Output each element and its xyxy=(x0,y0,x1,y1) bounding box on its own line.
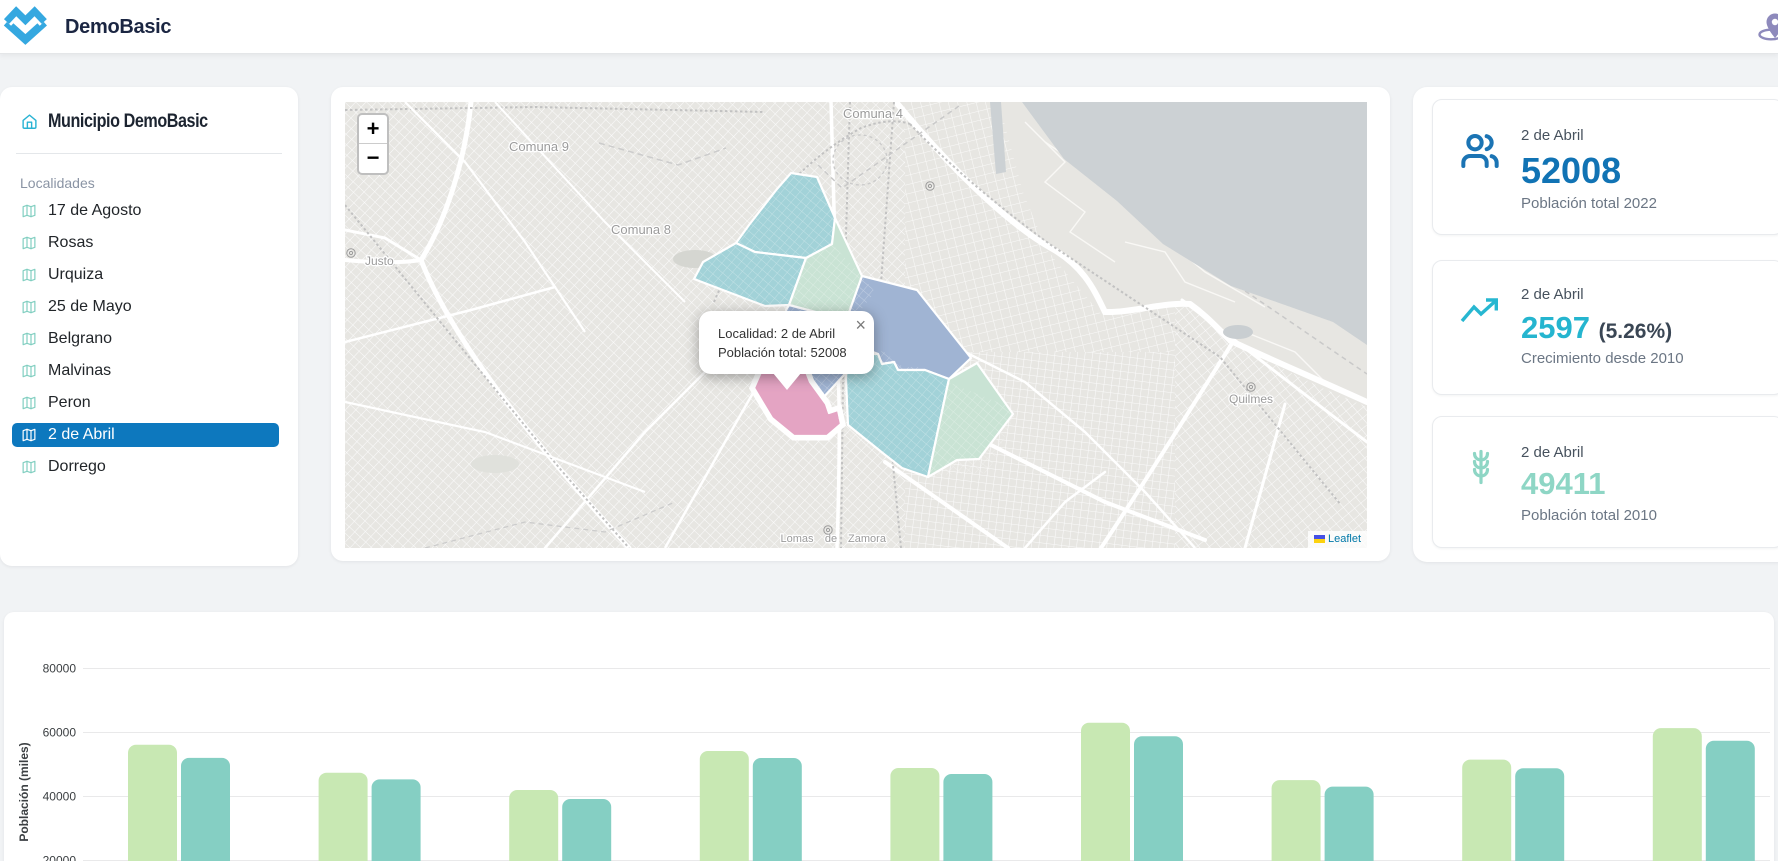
svg-text:80000: 80000 xyxy=(43,662,77,676)
svg-text:Población (miles): Población (miles) xyxy=(17,742,31,841)
svg-text:Justo: Justo xyxy=(365,254,394,268)
svg-text:60000: 60000 xyxy=(43,726,77,740)
svg-text:Comuna 9: Comuna 9 xyxy=(509,139,569,154)
svg-text:20000: 20000 xyxy=(43,854,77,861)
svg-text:Quilmes: Quilmes xyxy=(1229,392,1273,406)
svg-text:Comuna 8: Comuna 8 xyxy=(611,222,671,237)
svg-text:Comuna 4: Comuna 4 xyxy=(843,106,903,121)
svg-text:de: de xyxy=(825,533,837,545)
svg-text:40000: 40000 xyxy=(43,790,77,804)
svg-text:Zamora: Zamora xyxy=(848,533,887,545)
svg-text:Lomas: Lomas xyxy=(780,533,814,545)
